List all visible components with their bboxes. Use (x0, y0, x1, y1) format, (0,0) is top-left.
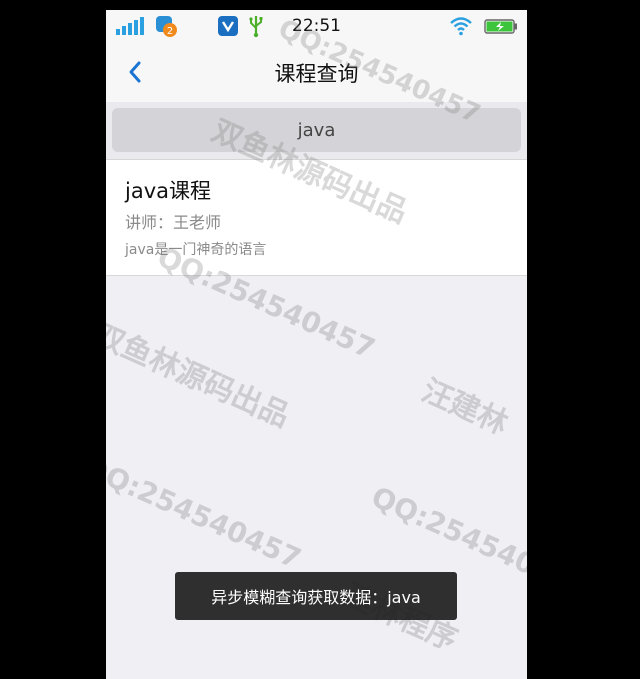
watermark: QQ:254540457 (106, 450, 306, 576)
search-input[interactable] (112, 108, 521, 152)
toast-message: 异步模糊查询获取数据：java (175, 572, 457, 620)
list-item[interactable]: java课程 讲师：王老师 java是一门神奇的语言 (106, 160, 527, 275)
status-bar: 2 22:51 (106, 10, 527, 43)
battery-icon (484, 19, 517, 34)
course-teacher: 讲师：王老师 (125, 213, 222, 232)
navigation-bar: 课程查询 (106, 43, 527, 103)
wifi-icon (450, 17, 472, 36)
search-bar (106, 102, 527, 160)
course-title: java课程 (125, 179, 211, 203)
phone-screen: 2 22:51 课程查询 java java课程 讲师：王老师 java是一门神… (106, 10, 527, 679)
page-title: 课程查询 (274, 62, 359, 86)
watermark: 汪建林 (416, 373, 513, 442)
watermark: 双鱼林源码出品 (106, 317, 295, 435)
result-list: java课程 讲师：王老师 java是一门神奇的语言 (106, 160, 527, 276)
course-description: java是一门神奇的语言 (125, 242, 267, 258)
